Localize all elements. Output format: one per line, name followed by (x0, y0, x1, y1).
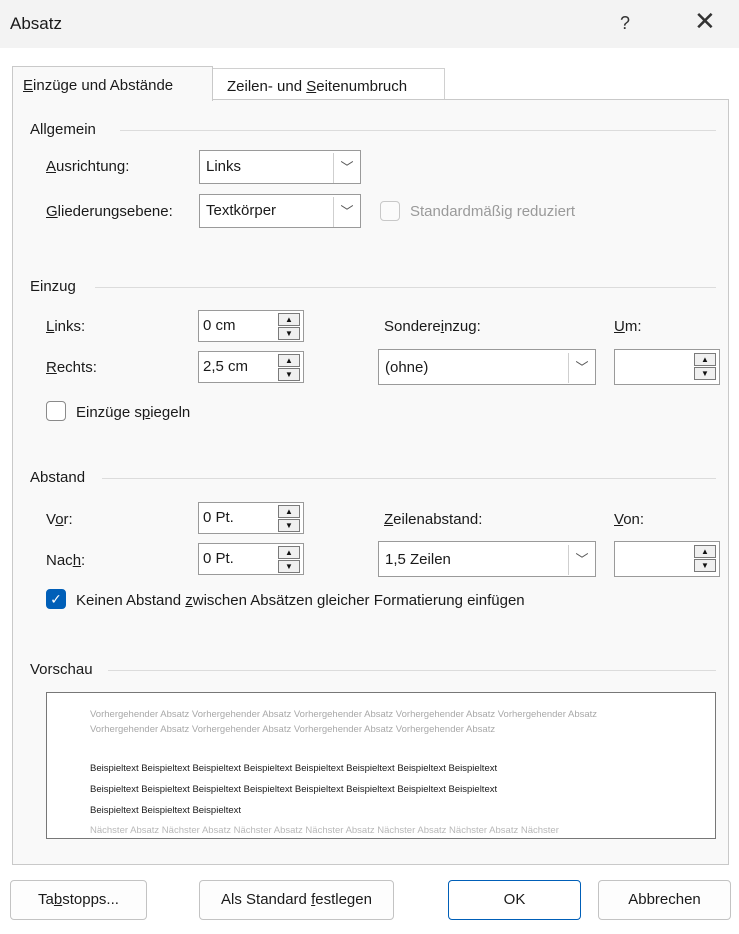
section-vorschau: Vorschau (30, 661, 93, 678)
standardmaessig-reduziert-label: Standardmäßig reduziert (410, 203, 576, 220)
ausrichtung-select[interactable]: Links ﹀ (199, 150, 361, 184)
einzuege-spiegeln-checkbox[interactable] (46, 401, 66, 421)
spin-up-icon[interactable]: ▲ (278, 313, 300, 326)
chevron-down-icon: ﹀ (568, 545, 595, 575)
gliederungsebene-select[interactable]: Textkörper ﹀ (199, 194, 361, 228)
sondereinzug-select[interactable]: (ohne) ﹀ (378, 349, 596, 385)
section-allgemein: Allgemein (30, 121, 96, 138)
von-spinner[interactable]: ▲ ▼ (614, 541, 720, 577)
preview-sample-line: Beispieltext Beispieltext Beispieltext (90, 805, 242, 816)
dialog-title: Absatz (10, 14, 62, 33)
spin-up-icon[interactable]: ▲ (694, 545, 716, 558)
keinen-abstand-checkbox[interactable]: ✓ (46, 589, 66, 609)
close-icon[interactable]: ✕ (694, 8, 716, 34)
spin-down-icon[interactable]: ▼ (694, 559, 716, 572)
gliederungsebene-value: Textkörper (206, 202, 277, 219)
nach-label: Nach: (46, 552, 86, 569)
spin-up-icon[interactable]: ▲ (694, 353, 716, 366)
spin-up-icon[interactable]: ▲ (278, 505, 300, 518)
gliederungsebene-label: Gliederungsebene: (46, 203, 173, 220)
tab-zeilen-und-seitenumbruch[interactable]: Zeilen- und Seitenumbruch (212, 68, 445, 100)
standardmaessig-reduziert-checkbox[interactable] (380, 201, 400, 221)
preview-box: Vorhergehender Absatz Vorhergehender Abs… (46, 692, 716, 839)
zeilenabstand-value: 1,5 Zeilen (385, 551, 451, 568)
spin-up-icon[interactable]: ▲ (278, 546, 300, 559)
ok-button[interactable]: OK (448, 880, 581, 920)
sondereinzug-label: Sondereinzug: (384, 318, 481, 335)
chevron-down-icon: ﹀ (333, 197, 360, 227)
section-abstand: Abstand (30, 469, 86, 486)
als-standard-festlegen-button[interactable]: Als Standard festlegen (199, 880, 394, 920)
tabstopps-button[interactable]: Tabstopps... (10, 880, 147, 920)
section-einzug: Einzug (30, 278, 76, 295)
um-label: Um: (614, 318, 642, 335)
nach-spinner[interactable]: 0 Pt. ▲ ▼ (198, 543, 304, 575)
spin-down-icon[interactable]: ▼ (694, 367, 716, 380)
preview-previous-paragraph: Vorhergehender Absatz Vorhergehender Abs… (90, 709, 598, 735)
divider (102, 478, 716, 479)
rechts-spinner[interactable]: 2,5 cm ▲ ▼ (198, 351, 304, 383)
vor-value: 0 Pt. (203, 509, 234, 526)
ausrichtung-value: Links (206, 158, 242, 175)
rechts-value: 2,5 cm (203, 358, 249, 375)
vor-spinner[interactable]: 0 Pt. ▲ ▼ (198, 502, 304, 534)
spin-down-icon[interactable]: ▼ (278, 560, 300, 573)
links-spinner[interactable]: 0 cm ▲ ▼ (198, 310, 304, 342)
spin-up-icon[interactable]: ▲ (278, 354, 300, 367)
divider (108, 670, 716, 671)
chevron-down-icon: ﹀ (333, 153, 360, 183)
divider (95, 287, 716, 288)
um-spinner[interactable]: ▲ ▼ (614, 349, 720, 385)
einzuege-spiegeln-label: Einzüge spiegeln (76, 404, 191, 421)
spin-down-icon[interactable]: ▼ (278, 519, 300, 532)
preview-next-paragraph: Nächster Absatz Nächster Absatz Nächster… (90, 825, 559, 836)
rechts-label: Rechts: (46, 359, 97, 376)
links-label: Links: (46, 318, 86, 335)
zeilenabstand-select[interactable]: 1,5 Zeilen ﹀ (378, 541, 596, 577)
preview-sample-line: Beispieltext Beispieltext Beispieltext B… (90, 763, 498, 774)
tab-label: Zeilen- und Seitenumbruch (227, 78, 408, 95)
spin-down-icon[interactable]: ▼ (278, 327, 300, 340)
nach-value: 0 Pt. (203, 550, 234, 567)
links-value: 0 cm (203, 317, 236, 334)
tab-label: Einzüge und Abstände (23, 77, 174, 94)
von-label: Von: (614, 511, 645, 528)
spin-down-icon[interactable]: ▼ (278, 368, 300, 381)
divider (120, 130, 716, 131)
tab-einzuege-und-abstaende[interactable]: Einzüge und Abstände (12, 66, 213, 101)
keinen-abstand-label: Keinen Abstand zwischen Absätzen gleiche… (76, 592, 525, 609)
sondereinzug-value: (ohne) (385, 359, 429, 376)
preview-sample-line: Beispieltext Beispieltext Beispieltext B… (90, 784, 498, 795)
chevron-down-icon: ﹀ (568, 353, 595, 383)
zeilenabstand-label: Zeilenabstand: (384, 511, 483, 528)
ausrichtung-label: Ausrichtung: (46, 158, 130, 175)
abbrechen-button[interactable]: Abbrechen (598, 880, 731, 920)
vor-label: Vor: (46, 511, 73, 528)
help-button[interactable]: ? (620, 13, 630, 34)
